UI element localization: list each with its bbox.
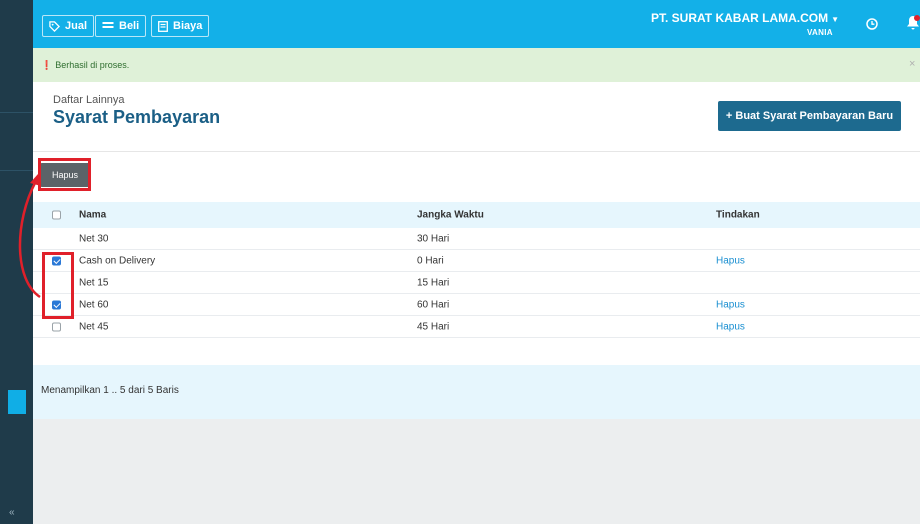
column-jangka-waktu[interactable]: Jangka Waktu [417, 210, 484, 221]
nav-beli-label: Beli [119, 20, 140, 32]
select-all-checkbox[interactable] [52, 210, 61, 220]
cell-jangka-waktu: 15 Hari [417, 277, 450, 288]
delete-link[interactable]: Hapus [716, 321, 745, 332]
nav-beli-button[interactable]: Beli [95, 15, 147, 37]
page-header: Daftar Lainnya Syarat Pembayaran + Buat … [33, 82, 920, 152]
delete-link[interactable]: Hapus [716, 255, 745, 266]
page-title: Syarat Pembayaran [53, 107, 221, 127]
table-row[interactable]: Net 30 30 Hari [33, 228, 920, 250]
table-row[interactable]: Net 15 15 Hari [33, 272, 920, 294]
chevron-down-icon: ▼ [831, 15, 840, 24]
nav-jual-label: Jual [65, 20, 88, 32]
breadcrumb[interactable]: Daftar Lainnya [53, 94, 125, 106]
nav-biaya-label: Biaya [173, 20, 203, 32]
alert-text: Berhasil di proses. [55, 60, 130, 70]
card-icon [102, 22, 114, 28]
sidebar-divider [0, 170, 33, 171]
cell-jangka-waktu: 45 Hari [417, 321, 450, 332]
cell-nama: Net 15 [79, 277, 109, 288]
top-navbar: Jual Beli Biaya PT. SURAT KABAR LAMA.COM… [33, 0, 920, 48]
column-nama[interactable]: Nama [79, 210, 106, 221]
row-checkbox[interactable] [52, 322, 61, 331]
create-payment-term-button[interactable]: + Buat Syarat Pembayaran Baru [718, 101, 901, 131]
cell-nama: Net 60 [79, 299, 109, 310]
user-name: VANIA [807, 28, 833, 37]
table-header: Nama Jangka Waktu Tindakan [33, 202, 920, 228]
payment-terms-table: Nama Jangka Waktu Tindakan Net 30 30 Hari… [33, 202, 920, 338]
cell-nama: Cash on Delivery [79, 255, 156, 266]
receipt-icon [158, 20, 168, 32]
cell-jangka-waktu: 0 Hari [417, 255, 444, 266]
nav-biaya-button[interactable]: Biaya [151, 15, 210, 37]
table-footer: Menampilkan 1 .. 5 dari 5 Baris [33, 365, 920, 419]
company-switcher[interactable]: PT. SURAT KABAR LAMA.COM ▼ [651, 11, 839, 25]
close-icon[interactable]: × [909, 58, 915, 70]
info-icon: ❗ [41, 60, 53, 70]
pagination-info: Menampilkan 1 .. 5 dari 5 Baris [41, 385, 179, 396]
delete-link[interactable]: Hapus [716, 299, 745, 310]
sidebar-active-indicator[interactable] [8, 390, 26, 414]
cell-jangka-waktu: 30 Hari [417, 233, 450, 244]
cell-nama: Net 30 [79, 233, 109, 244]
sidebar-collapse-icon[interactable]: « [9, 508, 15, 518]
table-row[interactable]: Net 60 60 Hari Hapus [33, 294, 920, 316]
table-row[interactable]: Cash on Delivery 0 Hari Hapus [33, 250, 920, 272]
alert-message: ❗ Berhasil di proses. [41, 60, 129, 71]
table-row[interactable]: Net 45 45 Hari Hapus [33, 316, 920, 338]
highlight-box-checkboxes [42, 252, 74, 319]
cell-jangka-waktu: 60 Hari [417, 299, 450, 310]
tag-icon [49, 20, 60, 32]
nav-jual-button[interactable]: Jual [42, 15, 95, 37]
sidebar-divider [0, 112, 33, 113]
clock-icon[interactable] [866, 18, 878, 30]
cell-nama: Net 45 [79, 321, 109, 332]
success-alert: ❗ Berhasil di proses. × [33, 48, 920, 82]
content-background [33, 419, 920, 524]
bell-icon[interactable] [905, 14, 920, 32]
sidebar: « [0, 0, 33, 524]
company-name: PT. SURAT KABAR LAMA.COM [651, 11, 829, 25]
table-body: Net 30 30 Hari Cash on Delivery 0 Hari Hapus… [33, 228, 920, 338]
highlight-box-delete [38, 158, 91, 191]
column-tindakan: Tindakan [716, 209, 760, 221]
